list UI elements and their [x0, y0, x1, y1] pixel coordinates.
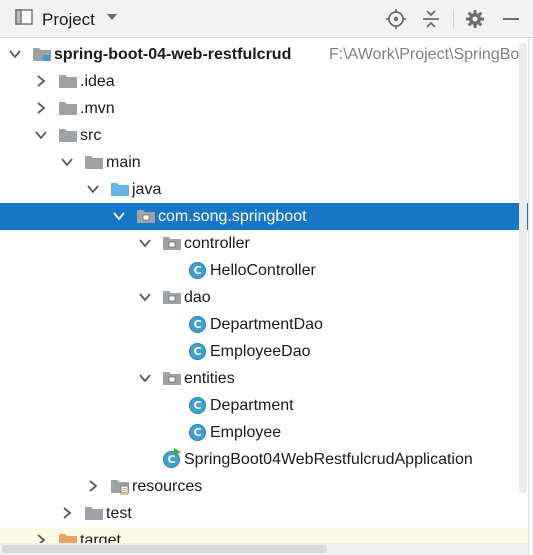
- package-icon: [136, 207, 156, 225]
- tree-row[interactable]: controller: [0, 230, 533, 257]
- tree-row[interactable]: C Employee: [0, 419, 533, 446]
- folder-icon: [84, 504, 104, 522]
- chevron-down-icon[interactable]: [86, 182, 100, 196]
- tree-row[interactable]: main: [0, 149, 533, 176]
- package-icon: [162, 234, 182, 252]
- horizontal-scrollbar-thumb[interactable]: [2, 545, 327, 553]
- project-tree[interactable]: spring-boot-04-web-restfulcrud F:\AWork\P…: [0, 38, 533, 555]
- tree-item-label: test: [106, 505, 132, 522]
- class-icon: C: [189, 262, 206, 279]
- module-path: F:\AWork\Project\SpringBo: [329, 46, 520, 63]
- source-root-folder-icon: [110, 180, 130, 198]
- toolbar-divider: [453, 9, 454, 29]
- project-view-icon: [14, 7, 34, 32]
- tree-item-label: com.song.springboot: [158, 208, 307, 225]
- chevron-down-icon[interactable]: [112, 209, 126, 223]
- chevron-right-icon[interactable]: [86, 479, 100, 493]
- tree-item-label: HelloController: [210, 262, 316, 279]
- tree-row[interactable]: com.song.springboot: [0, 203, 528, 230]
- package-icon: [162, 288, 182, 306]
- tree-item-label: DepartmentDao: [210, 316, 323, 333]
- tree-row[interactable]: C EmployeeDao: [0, 338, 533, 365]
- tree-row[interactable]: test: [0, 500, 533, 527]
- chevron-right-icon[interactable]: [60, 506, 74, 520]
- hide-panel-icon[interactable]: [500, 8, 522, 30]
- module-folder-icon: [32, 45, 52, 63]
- project-view-selector[interactable]: Project: [14, 7, 119, 32]
- chevron-down-icon[interactable]: [8, 47, 22, 61]
- class-icon: C: [189, 397, 206, 414]
- vertical-scrollbar[interactable]: [519, 43, 527, 493]
- tree-item-label: spring-boot-04-web-restfulcrud: [54, 46, 292, 63]
- chevron-down-icon[interactable]: [138, 290, 152, 304]
- tree-item-label: .mvn: [80, 100, 115, 117]
- chevron-down-icon[interactable]: [138, 236, 152, 250]
- tree-row[interactable]: spring-boot-04-web-restfulcrud F:\AWork\P…: [0, 41, 533, 68]
- package-icon: [162, 369, 182, 387]
- chevron-down-icon[interactable]: [138, 371, 152, 385]
- class-icon: C: [189, 316, 206, 333]
- tree-item-label: EmployeeDao: [210, 343, 311, 360]
- tree-item-label: dao: [184, 289, 211, 306]
- chevron-down-icon[interactable]: [34, 128, 48, 142]
- tree-row[interactable]: .mvn: [0, 95, 533, 122]
- tree-row[interactable]: src: [0, 122, 533, 149]
- tree-item-label: java: [132, 181, 162, 198]
- resources-folder-icon: [110, 477, 130, 495]
- run-badge-icon: [174, 448, 181, 456]
- class-icon: C: [189, 424, 206, 441]
- tree-item-label: SpringBoot04WebRestfulcrudApplication: [184, 451, 473, 468]
- settings-gear-icon[interactable]: [464, 8, 486, 30]
- tree-row[interactable]: java: [0, 176, 533, 203]
- chevron-right-icon[interactable]: [34, 74, 48, 88]
- tree-item-label: Department: [210, 397, 294, 414]
- tree-row[interactable]: resources: [0, 473, 533, 500]
- panel-title: Project: [42, 9, 95, 29]
- folder-icon: [84, 153, 104, 171]
- tree-row[interactable]: .idea: [0, 68, 533, 95]
- chevron-down-icon[interactable]: [105, 10, 119, 29]
- project-panel-header: Project: [0, 0, 533, 38]
- tree-row[interactable]: C DepartmentDao: [0, 311, 533, 338]
- chevron-right-icon[interactable]: [34, 101, 48, 115]
- class-icon: C: [189, 343, 206, 360]
- tree-row[interactable]: entities: [0, 365, 533, 392]
- panel-edge: [528, 38, 533, 555]
- tree-item-label: resources: [132, 478, 203, 495]
- tree-item-label: src: [80, 127, 102, 144]
- folder-icon: [58, 99, 78, 117]
- tree-row[interactable]: C SpringBoot04WebRestfulcrudApplication: [0, 446, 533, 473]
- locate-target-icon[interactable]: [385, 8, 407, 30]
- tree-item-label: Employee: [210, 424, 282, 441]
- tree-row[interactable]: C Department: [0, 392, 533, 419]
- tree-row[interactable]: C HelloController: [0, 257, 533, 284]
- folder-icon: [58, 72, 78, 90]
- tree-item-label: .idea: [80, 73, 115, 90]
- chevron-down-icon[interactable]: [60, 155, 74, 169]
- tree-item-label: entities: [184, 370, 235, 387]
- folder-icon: [58, 126, 78, 144]
- collapse-all-icon[interactable]: [420, 8, 442, 30]
- tree-item-label: main: [106, 154, 141, 171]
- tree-item-label: controller: [184, 235, 250, 252]
- tree-row[interactable]: dao: [0, 284, 533, 311]
